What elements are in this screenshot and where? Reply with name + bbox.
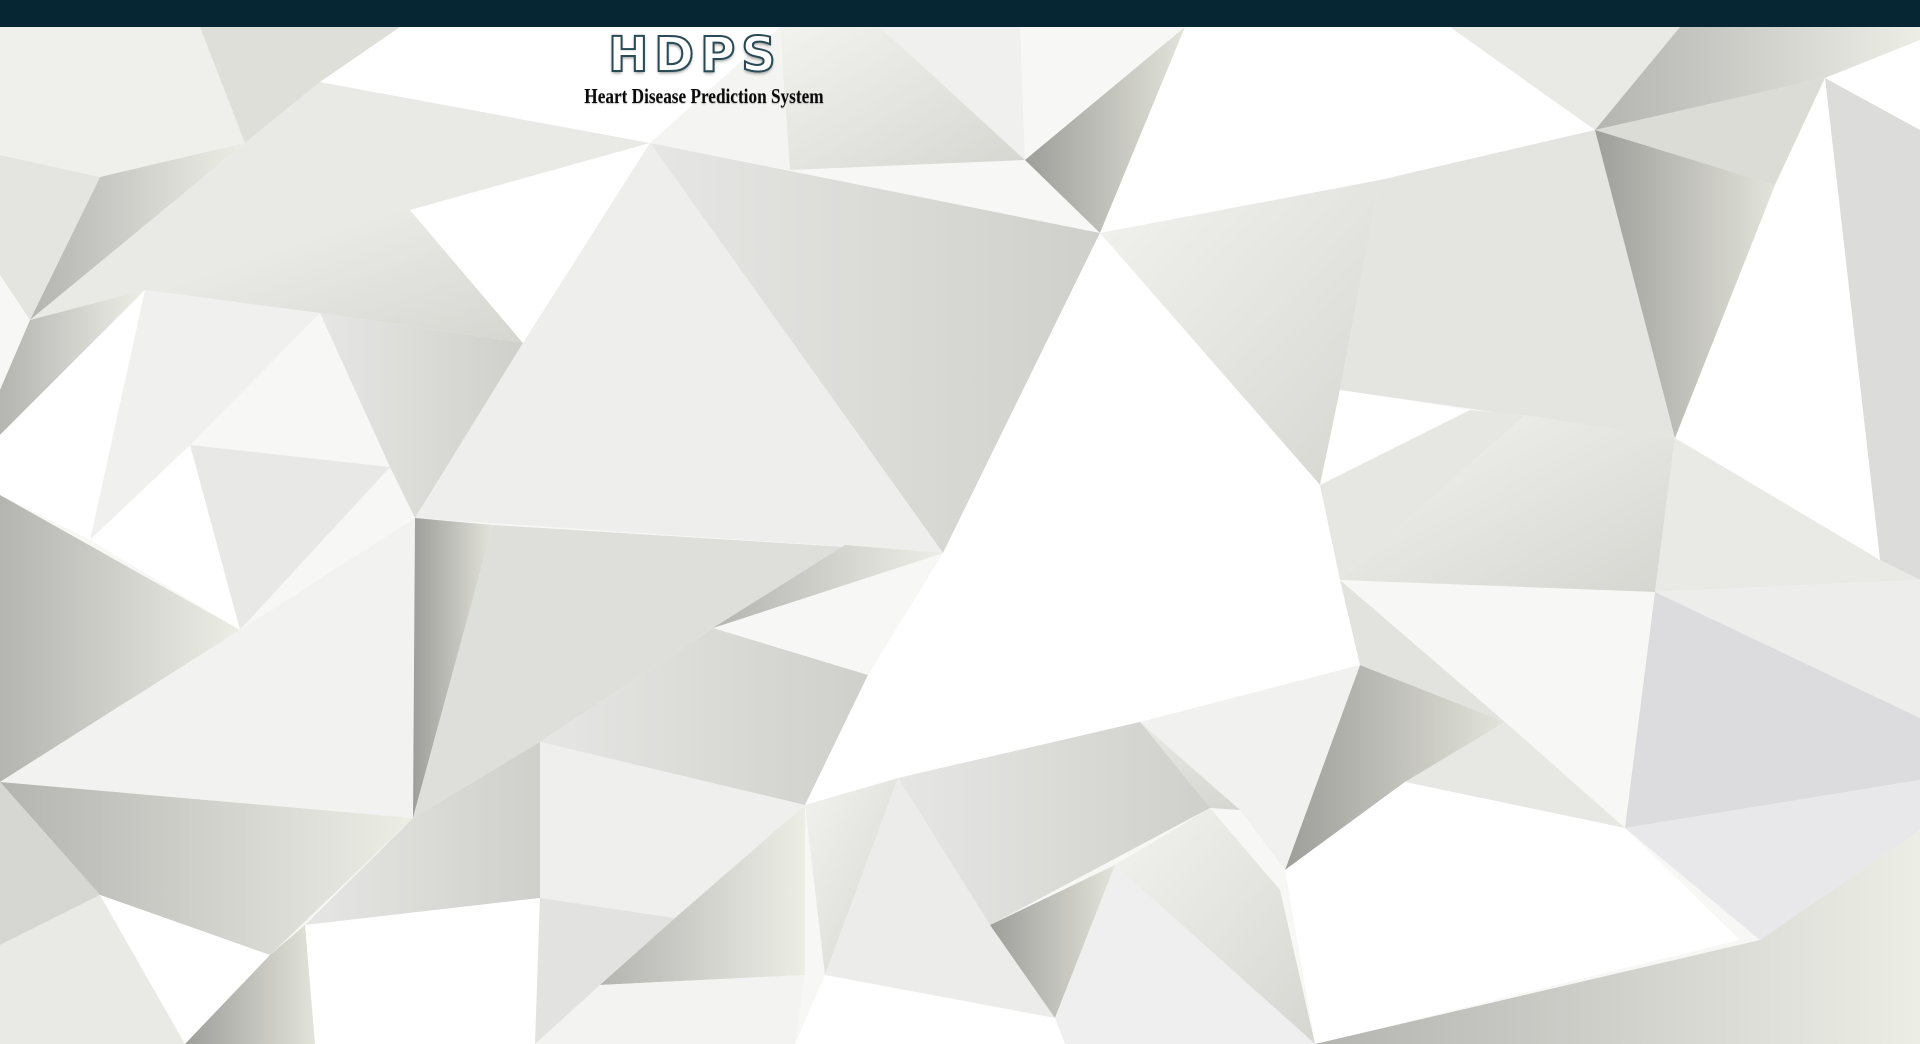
top-bar [0, 0, 1920, 27]
brand-tagline: Heart Disease Prediction System [584, 84, 824, 108]
hdps-logo[interactable]: HDPS [560, 27, 830, 83]
brand-header: HDPS Heart Disease Prediction System [560, 27, 830, 109]
low-poly-background [0, 27, 1920, 1044]
